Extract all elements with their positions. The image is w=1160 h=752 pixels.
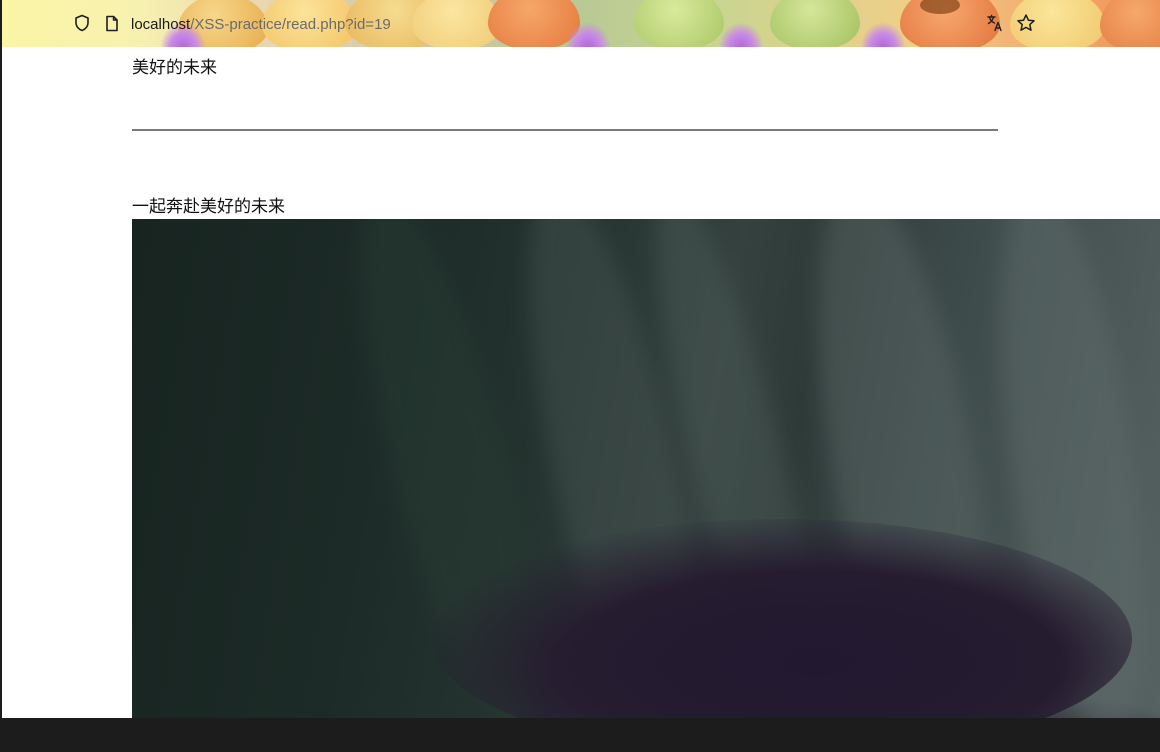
url-host: localhost bbox=[131, 16, 191, 33]
browser-toolbar: localhost/XSS-practice/read.php?id=19 bbox=[0, 0, 1160, 47]
tracking-protection-shield-icon[interactable] bbox=[72, 13, 92, 33]
post-body-text: 一起奔赴美好的未来 bbox=[132, 197, 285, 217]
bookmark-star-icon[interactable] bbox=[1016, 13, 1036, 33]
window-border bbox=[0, 0, 2, 718]
browser-window: localhost/XSS-practice/read.php?id=19 美好… bbox=[0, 0, 1160, 718]
page-info-icon[interactable] bbox=[102, 13, 122, 33]
address-bar-url[interactable]: localhost/XSS-practice/read.php?id=19 bbox=[131, 15, 391, 35]
url-path: /XSS-practice/read.php?id=19 bbox=[190, 16, 391, 33]
horizontal-rule bbox=[132, 129, 998, 131]
translate-icon[interactable] bbox=[985, 13, 1005, 33]
post-photo bbox=[132, 219, 1160, 718]
page-heading: 美好的未来 bbox=[132, 58, 217, 78]
